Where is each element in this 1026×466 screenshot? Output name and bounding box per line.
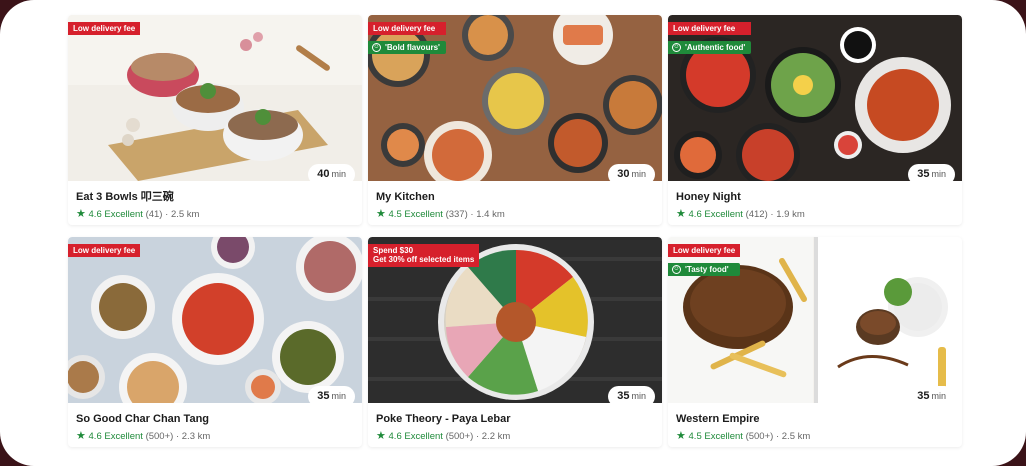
delivery-time-value: 35	[617, 390, 630, 402]
distance: 2.3 km	[181, 431, 211, 442]
delivery-time-pill: 35 min	[308, 386, 355, 403]
restaurant-photo: Low delivery fee ☺ 'Authentic food' 35 min	[668, 15, 962, 181]
restaurant-photo: Low delivery fee 35 min	[68, 237, 362, 403]
delivery-time-unit: min	[631, 391, 646, 401]
review-count: (337)	[445, 209, 468, 220]
delivery-fee-badge: Low delivery fee	[68, 244, 141, 257]
delivery-time-value: 35	[917, 168, 930, 180]
restaurant-card[interactable]: Low delivery fee 35 min So Good Char Chan…	[68, 237, 362, 447]
restaurant-meta: ★ 4.6 Excellent (500+) · 2.3 km	[76, 430, 354, 443]
distance: 1.4 km	[476, 209, 505, 220]
separator-dot: ·	[175, 431, 180, 442]
delivery-time-unit: min	[931, 169, 946, 179]
delivery-time-pill: 35 min	[908, 164, 955, 181]
restaurant-grid: Low delivery fee 40 min Eat 3 Bowls 叩三碗 ★…	[68, 15, 962, 455]
restaurant-meta: ★ 4.6 Excellent (412) · 1.9 km	[676, 208, 954, 221]
app-frame: Low delivery fee 40 min Eat 3 Bowls 叩三碗 ★…	[0, 0, 1026, 466]
restaurant-meta: ★ 4.6 Excellent (41) · 2.5 km	[76, 208, 354, 221]
delivery-time-value: 30	[617, 168, 630, 180]
delivery-time-unit: min	[931, 391, 946, 401]
delivery-time-pill: 30 min	[608, 164, 655, 181]
delivery-time-value: 35	[317, 390, 330, 402]
restaurant-name[interactable]: Western Empire	[676, 413, 954, 426]
tag-label: 'Bold flavours'	[385, 43, 440, 52]
delivery-time-value: 40	[317, 168, 330, 180]
delivery-time-pill: 40 min	[308, 164, 355, 181]
rating-label: Excellent	[404, 209, 443, 220]
delivery-time-pill: 35 min	[608, 386, 655, 403]
star-icon: ★	[376, 208, 386, 220]
distance: 2.2 km	[481, 431, 511, 442]
separator-dot: ·	[775, 431, 780, 442]
review-count: (41)	[145, 209, 163, 220]
review-count: (500+)	[745, 431, 774, 442]
promo-badge: Spend $30 Get 30% off selected items	[368, 244, 480, 267]
rating-label: Excellent	[704, 431, 743, 442]
rating-value: 4.5	[688, 431, 702, 442]
distance: 2.5 km	[781, 431, 811, 442]
review-count: (500+)	[445, 431, 474, 442]
restaurant-card[interactable]: Low delivery fee 40 min Eat 3 Bowls 叩三碗 ★…	[68, 15, 362, 225]
food-photo-bowls	[68, 15, 362, 181]
star-icon: ★	[676, 208, 686, 220]
rating-value: 4.5	[388, 209, 402, 220]
promo-line-2: Get 30% off selected items	[373, 255, 475, 264]
separator-dot: ·	[770, 209, 774, 220]
restaurant-name[interactable]: Poke Theory - Paya Lebar	[376, 413, 654, 426]
rating-label: Excellent	[404, 431, 443, 442]
restaurant-name[interactable]: Honey Night	[676, 191, 954, 204]
tag-badge: ☺ 'Authentic food'	[668, 41, 752, 54]
rating-label: Excellent	[704, 209, 743, 220]
delivery-time-pill: 35 min	[908, 386, 955, 403]
restaurant-card[interactable]: Low delivery fee ☺ 'Bold flavours' 30 min …	[368, 15, 662, 225]
restaurant-card[interactable]: Spend $30 Get 30% off selected items 35 m…	[368, 237, 662, 447]
star-icon: ★	[676, 430, 686, 442]
restaurant-photo: Spend $30 Get 30% off selected items 35 m…	[368, 237, 662, 403]
delivery-fee-badge: Low delivery fee	[668, 244, 741, 257]
restaurant-photo: Low delivery fee ☺ 'Bold flavours' 30 min	[368, 15, 662, 181]
distance: 1.9 km	[776, 209, 805, 220]
review-count: (500+)	[145, 431, 174, 442]
food-photo-banquet	[68, 237, 362, 403]
star-icon: ★	[76, 430, 86, 442]
delivery-fee-badge: Low delivery fee	[668, 22, 752, 35]
tag-badge: ☺ 'Tasty food'	[668, 263, 741, 276]
smile-icon: ☺	[672, 43, 681, 52]
delivery-fee-badge: Low delivery fee	[368, 22, 446, 35]
review-count: (412)	[745, 209, 768, 220]
rating-value: 4.6	[388, 431, 402, 442]
smile-icon: ☺	[372, 43, 381, 52]
restaurant-meta: ★ 4.5 Excellent (337) · 1.4 km	[376, 208, 654, 221]
star-icon: ★	[376, 430, 386, 442]
rating-value: 4.6	[88, 431, 102, 442]
smile-icon: ☺	[672, 265, 681, 274]
restaurant-card[interactable]: Low delivery fee ☺ 'Tasty food' 35 min Wes…	[668, 237, 962, 447]
star-icon: ★	[76, 208, 86, 220]
delivery-time-unit: min	[331, 391, 346, 401]
restaurant-meta: ★ 4.6 Excellent (500+) · 2.2 km	[376, 430, 654, 443]
separator-dot: ·	[475, 431, 480, 442]
delivery-time-unit: min	[331, 169, 346, 179]
rating-label: Excellent	[104, 431, 143, 442]
separator-dot: ·	[470, 209, 474, 220]
rating-value: 4.6	[688, 209, 702, 220]
restaurant-photo: Low delivery fee 40 min	[68, 15, 362, 181]
separator-dot: ·	[165, 209, 169, 220]
tag-badge: ☺ 'Bold flavours'	[368, 41, 446, 54]
tag-label: 'Authentic food'	[685, 43, 746, 52]
restaurant-name[interactable]: So Good Char Chan Tang	[76, 413, 354, 426]
promo-line-1: Spend $30	[373, 246, 414, 255]
restaurant-name[interactable]: Eat 3 Bowls 叩三碗	[76, 191, 354, 204]
restaurant-meta: ★ 4.5 Excellent (500+) · 2.5 km	[676, 430, 954, 443]
restaurant-card[interactable]: Low delivery fee ☺ 'Authentic food' 35 min…	[668, 15, 962, 225]
rating-value: 4.6	[88, 209, 102, 220]
distance: 2.5 km	[170, 209, 200, 220]
restaurant-photo: Low delivery fee ☺ 'Tasty food' 35 min	[668, 237, 962, 403]
delivery-fee-badge: Low delivery fee	[68, 22, 141, 35]
delivery-time-unit: min	[631, 169, 646, 179]
delivery-time-value: 35	[917, 390, 930, 402]
tag-label: 'Tasty food'	[685, 265, 729, 274]
rating-label: Excellent	[104, 209, 143, 220]
restaurant-name[interactable]: My Kitchen	[376, 191, 654, 204]
